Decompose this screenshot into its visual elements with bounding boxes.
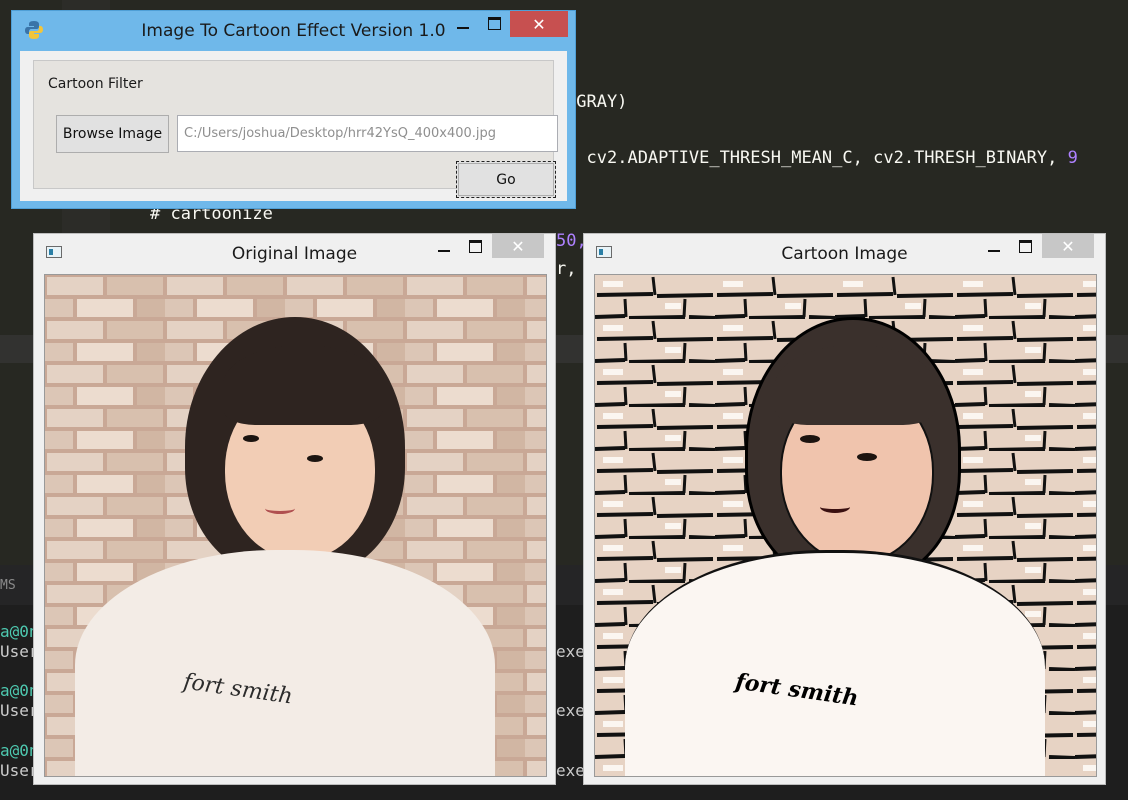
cartoon-photo: fort smith	[594, 274, 1097, 777]
maximize-button[interactable]	[480, 11, 508, 35]
code-line: r,	[556, 259, 577, 279]
close-button[interactable]: ✕	[492, 234, 544, 258]
cartoon-image-window: Cartoon Image ✕ fort smith	[583, 233, 1106, 785]
maximize-button[interactable]	[461, 234, 489, 258]
panel-tab-label: MS	[0, 578, 16, 593]
minimize-icon	[457, 27, 469, 29]
file-path-field[interactable]	[177, 115, 558, 152]
shirt	[75, 550, 495, 776]
app-titlebar[interactable]: Image To Cartoon Effect Version 1.0 ✕	[12, 11, 575, 51]
close-button[interactable]: ✕	[510, 11, 568, 37]
original-titlebar[interactable]: Original Image ✕	[34, 234, 555, 274]
maximize-icon	[487, 16, 501, 30]
code-line: , cv2.ADAPTIVE_THRESH_MEAN_C, cv2.THRESH…	[566, 148, 1078, 168]
close-icon: ✕	[532, 14, 546, 34]
bangs	[223, 345, 383, 425]
minimize-button[interactable]	[979, 234, 1009, 258]
bangs	[775, 345, 935, 425]
cartoon-filter-group: Cartoon Filter Browse Image Go	[33, 60, 558, 198]
close-icon: ✕	[511, 236, 525, 256]
browse-image-button[interactable]: Browse Image	[56, 115, 169, 153]
minimize-button[interactable]	[448, 11, 478, 35]
close-icon: ✕	[1061, 236, 1075, 256]
original-photo: fort smith	[44, 274, 547, 777]
eye	[307, 455, 323, 462]
app-window-body: Cartoon Filter Browse Image Go	[20, 51, 567, 201]
minimize-button[interactable]	[429, 234, 459, 258]
minimize-icon	[988, 250, 1000, 252]
maximize-button[interactable]	[1011, 234, 1039, 258]
terminal-line-end: exe	[556, 642, 585, 661]
terminal-line-end: exe	[556, 761, 585, 780]
mouth	[820, 501, 850, 513]
mouth	[265, 503, 295, 514]
cartoon-titlebar[interactable]: Cartoon Image ✕	[584, 234, 1105, 274]
maximize-icon	[1018, 239, 1032, 253]
eye	[243, 435, 259, 442]
shirt	[625, 550, 1045, 776]
eye	[800, 435, 820, 443]
group-label: Cartoon Filter	[46, 76, 145, 92]
original-image-window: Original Image ✕ fort smith	[33, 233, 556, 785]
maximize-icon	[468, 239, 482, 253]
cartoon-app-window: Image To Cartoon Effect Version 1.0 ✕ Ca…	[11, 10, 576, 209]
go-button[interactable]: Go	[456, 161, 556, 198]
close-button[interactable]: ✕	[1042, 234, 1094, 258]
eye	[857, 453, 877, 461]
minimize-icon	[438, 250, 450, 252]
terminal-line-end: exe	[556, 701, 585, 720]
